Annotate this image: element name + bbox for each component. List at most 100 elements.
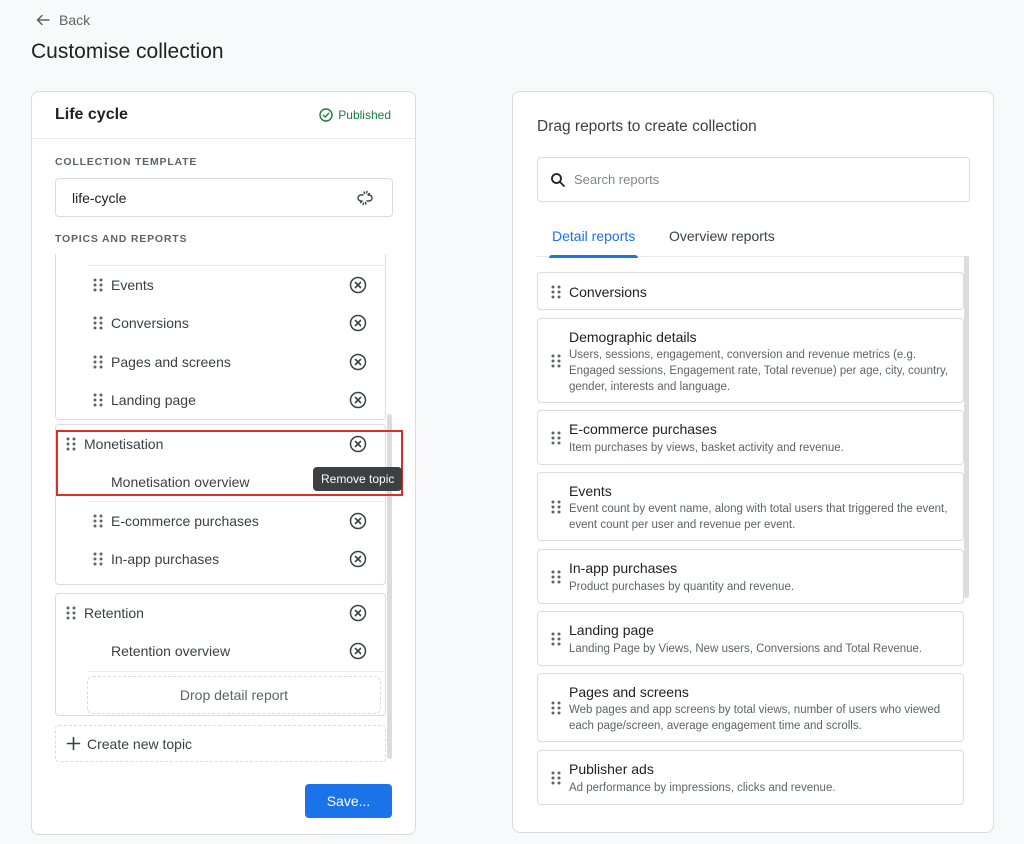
report-row[interactable]: Landing page — [56, 381, 385, 419]
back-label: Back — [59, 12, 91, 28]
drag-handle-icon[interactable] — [66, 437, 76, 451]
arrow-back-icon — [36, 14, 50, 26]
report-row[interactable]: Pages and screens — [56, 343, 385, 381]
report-card[interactable]: Events Event count by event name, along … — [537, 472, 964, 541]
search-icon — [551, 172, 565, 187]
remove-icon[interactable] — [349, 512, 367, 530]
remove-icon[interactable] — [349, 550, 367, 568]
topic-header-row[interactable]: Retention — [56, 594, 385, 632]
drag-handle-icon[interactable] — [551, 431, 561, 445]
report-description: Users, sessions, engagement, conversion … — [569, 349, 949, 393]
collection-header: Life cycle Published — [32, 92, 415, 139]
topic-name: Retention — [84, 605, 144, 621]
report-row[interactable]: Conversions — [56, 304, 385, 342]
report-card[interactable]: E-commerce purchases Item purchases by v… — [537, 410, 964, 465]
report-label: Landing page — [111, 392, 196, 408]
report-description: Product purchases by quantity and revenu… — [569, 581, 795, 593]
unlink-icon[interactable] — [356, 189, 374, 207]
save-button[interactable]: Save... — [305, 784, 392, 818]
create-topic-label: Create new topic — [87, 735, 193, 752]
topic-group-monetisation: Monetisation Monetisation overview E-com… — [55, 424, 386, 585]
drag-handle-icon[interactable] — [93, 393, 103, 407]
report-label: Pages and screens — [111, 354, 231, 370]
check-circle-icon — [319, 108, 333, 122]
topics-scrollbar[interactable] — [387, 414, 392, 759]
report-label: Events — [111, 277, 154, 293]
divider — [88, 671, 385, 672]
page-title: Customise collection — [31, 40, 224, 63]
report-description: Web pages and app screens by total views… — [569, 704, 941, 732]
drag-handle-icon[interactable] — [93, 552, 103, 566]
back-link[interactable]: Back — [35, 12, 90, 28]
report-title: Publisher ads — [569, 761, 654, 777]
drag-handle-icon[interactable] — [93, 514, 103, 528]
overview-label: Monetisation overview — [111, 474, 250, 490]
report-description: Ad performance by impressions, clicks an… — [569, 782, 836, 794]
status-text: Published — [338, 108, 391, 122]
library-title: Drag reports to create collection — [537, 118, 757, 135]
report-description: Landing Page by Views, New users, Conver… — [569, 643, 923, 655]
template-value: life-cycle — [72, 189, 127, 206]
remove-topic-icon[interactable] — [349, 435, 367, 453]
report-list-scrollbar[interactable] — [964, 256, 969, 598]
status-badge: Published — [319, 108, 391, 122]
create-new-topic-button[interactable]: Create new topic — [55, 725, 386, 762]
report-card[interactable]: Demographic details Users, sessions, eng… — [537, 318, 964, 403]
tab-overview-reports[interactable]: Overview reports — [669, 228, 775, 257]
collection-template-field[interactable]: life-cycle — [55, 178, 393, 217]
drag-handle-icon[interactable] — [551, 354, 561, 368]
remove-topic-tooltip: Remove topic — [313, 467, 403, 491]
report-label: In-app purchases — [111, 551, 220, 567]
remove-icon[interactable] — [349, 276, 367, 294]
report-row[interactable]: In-app purchases — [56, 540, 385, 578]
report-description: Event count by event name, along with to… — [569, 503, 948, 531]
report-label: Conversions — [111, 315, 189, 331]
drag-handle-icon[interactable] — [551, 771, 561, 785]
search-box[interactable] — [537, 157, 970, 202]
drop-detail-report-zone[interactable]: Drop detail report — [87, 676, 381, 714]
report-title: Landing page — [569, 622, 654, 638]
drag-handle-icon[interactable] — [551, 500, 561, 514]
overview-row[interactable]: Retention overview — [56, 632, 385, 670]
remove-icon[interactable] — [349, 642, 367, 660]
overview-label: Retention overview — [111, 643, 231, 659]
report-label: E-commerce purchases — [111, 513, 259, 529]
drag-handle-icon[interactable] — [93, 278, 103, 292]
report-card[interactable]: Conversions — [537, 272, 964, 310]
drag-handle-icon[interactable] — [551, 570, 561, 584]
drag-handle-icon[interactable] — [551, 285, 561, 299]
remove-icon[interactable] — [349, 353, 367, 371]
drag-handle-icon[interactable] — [66, 606, 76, 620]
report-row[interactable]: Events — [56, 266, 385, 304]
topics-section-label: TOPICS AND REPORTS — [55, 233, 188, 245]
report-list: Conversions Demographic details Users, s… — [537, 272, 977, 812]
collection-title: Life cycle — [55, 106, 128, 123]
plus-icon — [66, 736, 81, 751]
drag-handle-icon[interactable] — [551, 701, 561, 715]
topic-name: Monetisation — [84, 436, 164, 452]
drag-handle-icon[interactable] — [551, 632, 561, 646]
topic-group: Events Conversions Pages and screens Lan… — [55, 254, 386, 420]
search-input[interactable] — [574, 172, 954, 187]
report-title: Pages and screens — [569, 684, 689, 700]
topic-header-row[interactable]: Monetisation — [56, 425, 385, 463]
remove-icon[interactable] — [349, 314, 367, 332]
topic-group-retention: Retention Retention overview Drop detail… — [55, 593, 386, 716]
remove-topic-icon[interactable] — [349, 604, 367, 622]
remove-icon[interactable] — [349, 391, 367, 409]
report-card[interactable]: Landing page Landing Page by Views, New … — [537, 611, 964, 666]
report-card[interactable]: Pages and screens Web pages and app scre… — [537, 673, 964, 742]
drag-handle-icon[interactable] — [93, 355, 103, 369]
report-row[interactable]: E-commerce purchases — [56, 502, 385, 540]
report-card[interactable]: Publisher ads Ad performance by impressi… — [537, 750, 964, 805]
report-title: Demographic details — [569, 329, 697, 345]
report-card[interactable]: In-app purchases Product purchases by qu… — [537, 549, 964, 604]
report-library-card: Drag reports to create collection Detail… — [512, 91, 994, 833]
report-title: E-commerce purchases — [569, 421, 717, 437]
report-description: Item purchases by views, basket activity… — [569, 442, 844, 454]
tab-detail-reports[interactable]: Detail reports — [548, 228, 639, 258]
drag-handle-icon[interactable] — [93, 316, 103, 330]
topics-list: Events Conversions Pages and screens Lan… — [55, 254, 393, 764]
report-title: In-app purchases — [569, 560, 678, 576]
report-title: Conversions — [569, 284, 647, 300]
